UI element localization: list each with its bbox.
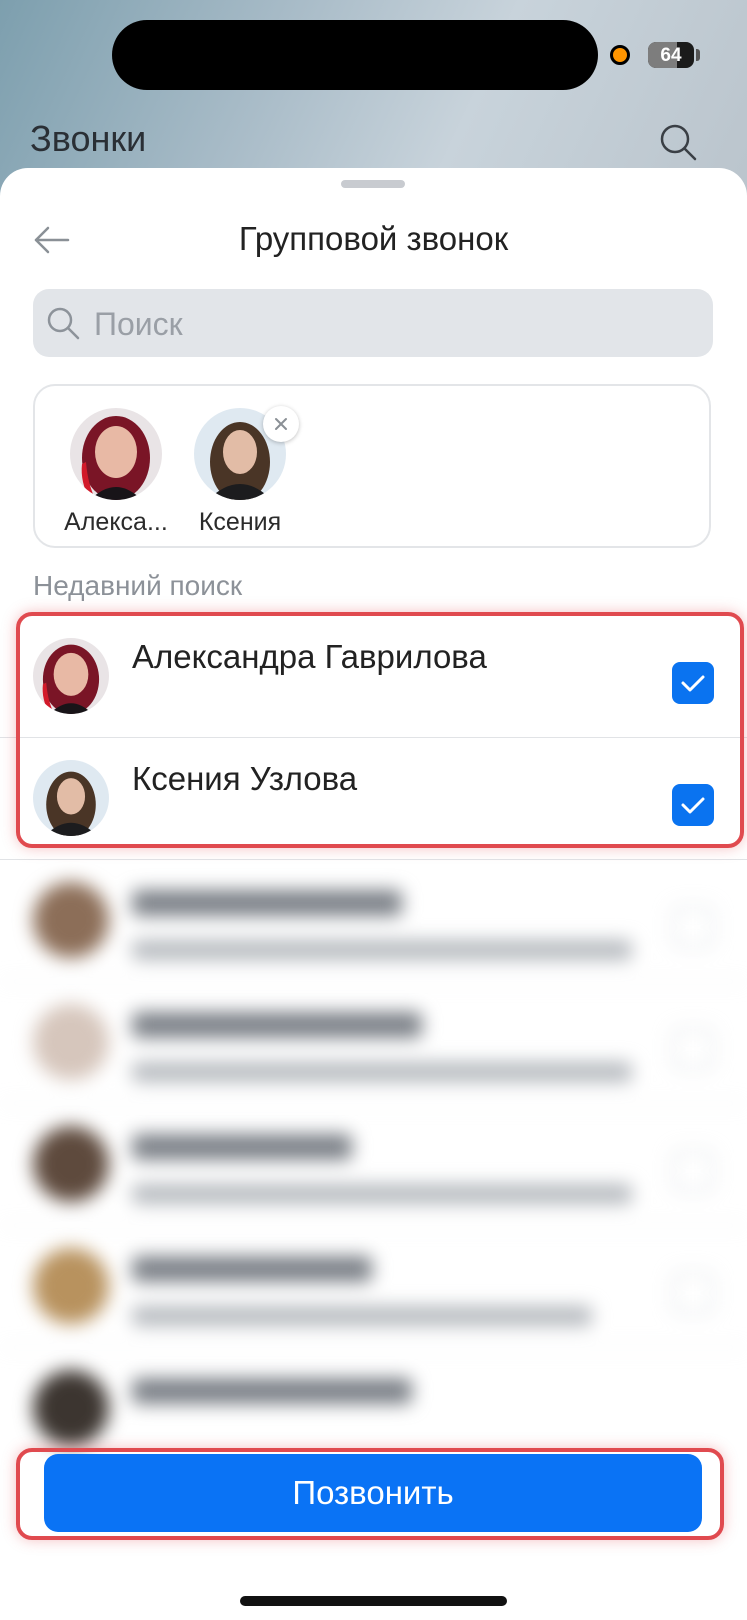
avatar: [33, 760, 109, 836]
privacy-indicator: [610, 45, 630, 65]
blurred-name: [132, 1256, 372, 1282]
page-title: Групповой звонок: [238, 220, 509, 257]
remove-participant-button[interactable]: [263, 406, 299, 442]
blurred-name: [132, 1134, 352, 1160]
call-button[interactable]: Позвонить: [44, 1454, 702, 1532]
blurred-subtitle: [132, 1062, 632, 1082]
checkmark-icon: [681, 797, 705, 814]
battery-nub: [696, 49, 700, 61]
chip-label: Алекса...: [64, 508, 168, 536]
sheet-grabber[interactable]: [341, 180, 405, 188]
background-title: Звонки: [30, 118, 147, 159]
contact-checkbox[interactable]: [672, 1028, 714, 1070]
avatar: [33, 1126, 109, 1202]
contact-name: Ксения Узлова: [132, 760, 358, 797]
home-indicator: [240, 1596, 507, 1606]
blurred-subtitle: [132, 1306, 592, 1326]
checkmark-icon: [681, 675, 705, 692]
blurred-name: [132, 890, 402, 916]
selected-participants: Алекса... Ксения: [33, 384, 711, 548]
battery-level: 64: [660, 45, 682, 66]
contact-name: Александра Гаврилова: [132, 638, 487, 675]
contact-checkbox[interactable]: [672, 784, 714, 826]
recent-search-header: Недавний поиск: [33, 570, 243, 601]
blurred-subtitle: [132, 940, 632, 960]
contact-checkbox[interactable]: [672, 1272, 714, 1314]
close-icon: [275, 418, 287, 430]
contact-row[interactable]: Ксения Узлова: [0, 738, 747, 860]
avatar: [33, 882, 109, 958]
battery-indicator: 64: [648, 42, 694, 68]
contact-row-blurred[interactable]: [0, 1348, 747, 1470]
contact-row-blurred[interactable]: [0, 1104, 747, 1226]
avatar: [33, 1248, 109, 1324]
blurred-subtitle: [132, 1184, 632, 1204]
contact-checkbox[interactable]: [672, 906, 714, 948]
contact-row-blurred[interactable]: [0, 860, 747, 982]
avatar: [33, 1370, 109, 1446]
blurred-name: [132, 1012, 422, 1038]
contact-checkbox[interactable]: [672, 1150, 714, 1192]
search-icon: [47, 307, 80, 340]
blurred-name: [132, 1378, 412, 1404]
contact-row[interactable]: Александра Гаврилова: [0, 616, 747, 738]
contact-row-blurred[interactable]: [0, 982, 747, 1104]
avatar: [33, 1004, 109, 1080]
chip-label: Ксения: [198, 508, 282, 536]
selected-chip-alexandra[interactable]: Алекса...: [61, 408, 171, 537]
dynamic-island: [112, 20, 598, 90]
avatar: [70, 408, 162, 500]
search-input[interactable]: [92, 298, 696, 350]
contact-checkbox[interactable]: [672, 662, 714, 704]
contact-row-blurred[interactable]: [0, 1226, 747, 1348]
search-icon: [660, 124, 697, 161]
avatar: [33, 638, 109, 714]
